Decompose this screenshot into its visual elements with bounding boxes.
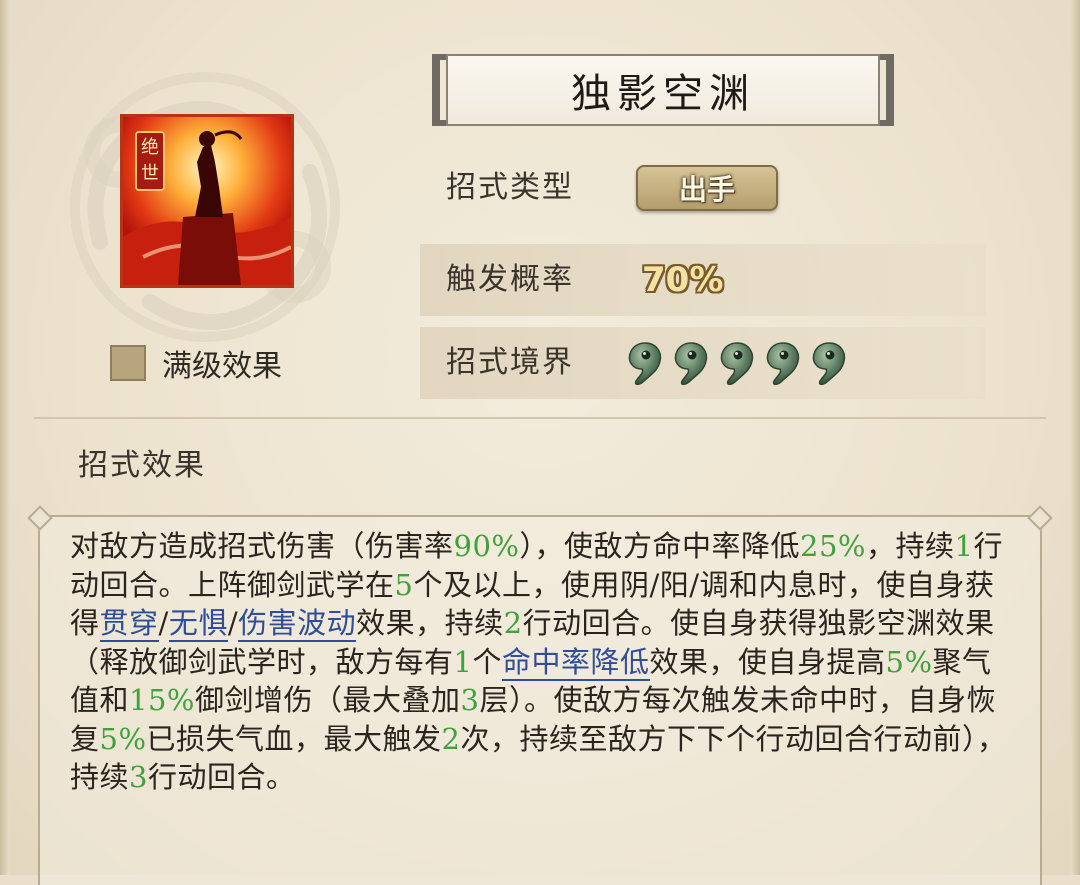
jade-realm-icon — [674, 342, 708, 386]
desc-number: 15% — [129, 683, 195, 717]
title-bracket-right — [880, 54, 894, 126]
keyword-link-fearless[interactable]: 无惧 — [168, 606, 228, 642]
realm-level-indicator — [626, 341, 848, 387]
row-trigger-rate: 触发概率 70% — [420, 244, 986, 316]
desc-text: 御剑增伤（最大叠加 — [194, 683, 461, 717]
jade-realm-icon — [628, 342, 662, 386]
desc-number: 25% — [800, 529, 866, 563]
box-corner-left — [27, 505, 53, 531]
desc-number: 5 — [394, 567, 414, 602]
desc-number: 1 — [453, 644, 473, 679]
max-level-label: 满级效果 — [162, 349, 282, 384]
skill-rarity-badge: 绝世 — [135, 131, 165, 191]
desc-number: 1 — [954, 529, 974, 563]
box-corner-right — [1027, 505, 1053, 531]
panel-edge-right — [1070, 0, 1080, 875]
desc-text: ），使敌方命中率降低 — [519, 529, 800, 563]
desc-text: 行动回合。 — [147, 760, 296, 794]
desc-separator: / — [158, 606, 169, 640]
effect-description: 对敌方造成招式伤害（伤害率90%），使敌方命中率降低25%，持续1行动回合。上阵… — [70, 527, 1020, 797]
skill-type-label: 招式类型 — [446, 170, 574, 205]
desc-number: 2 — [503, 606, 523, 640]
desc-text: 效果，持续 — [356, 606, 504, 640]
desc-number: 5% — [885, 644, 933, 679]
desc-text: 对敌方造成招式伤害（伤害率 — [70, 529, 454, 563]
desc-text: 效果，使自身提高 — [649, 644, 886, 679]
section-divider — [34, 417, 1046, 419]
desc-text: 个 — [472, 644, 502, 679]
keyword-link-hit-rate-down[interactable]: 命中率降低 — [501, 644, 650, 681]
jade-realm-icon — [812, 342, 846, 386]
desc-number: 2 — [441, 721, 461, 756]
desc-number: 5% — [99, 721, 147, 756]
row-skill-realm: 招式境界 — [420, 327, 986, 399]
jade-realm-icon — [766, 342, 800, 386]
effect-description-box: 对敌方造成招式伤害（伤害率90%），使敌方命中率降低25%，持续1行动回合。上阵… — [27, 505, 1053, 885]
skill-title-plate: 独影空渊 — [432, 54, 894, 126]
panel-edge-left — [0, 0, 10, 875]
title-bracket-left — [432, 54, 446, 126]
max-level-checkbox[interactable] — [110, 345, 146, 381]
max-level-toggle[interactable]: 满级效果 — [110, 343, 282, 384]
desc-separator: / — [227, 606, 239, 640]
desc-text: ，持续 — [865, 529, 955, 563]
trigger-rate-label: 触发概率 — [446, 262, 574, 297]
desc-number: 90% — [453, 529, 520, 563]
skill-detail-panel: 绝世 满级效果 独影空渊 招式类型 出手 触发概率 70% 招式境界 招式效果 … — [0, 0, 1080, 885]
desc-text: 已损失气血，最大触发 — [146, 721, 442, 756]
skill-name: 独影空渊 — [446, 54, 880, 126]
row-skill-type: 招式类型 出手 — [420, 152, 986, 224]
keyword-link-damage-fluctuation[interactable]: 伤害波动 — [238, 606, 357, 642]
keyword-link-penetrate[interactable]: 贯穿 — [99, 606, 159, 642]
desc-number: 3 — [129, 760, 148, 794]
jade-realm-icon — [720, 342, 754, 386]
skill-type-tag: 出手 — [636, 165, 778, 211]
trigger-rate-value: 70% — [642, 260, 724, 300]
skill-realm-label: 招式境界 — [446, 345, 574, 380]
desc-number: 3 — [460, 683, 480, 717]
effect-section-title: 招式效果 — [78, 448, 206, 483]
skill-icon[interactable]: 绝世 — [120, 114, 294, 288]
